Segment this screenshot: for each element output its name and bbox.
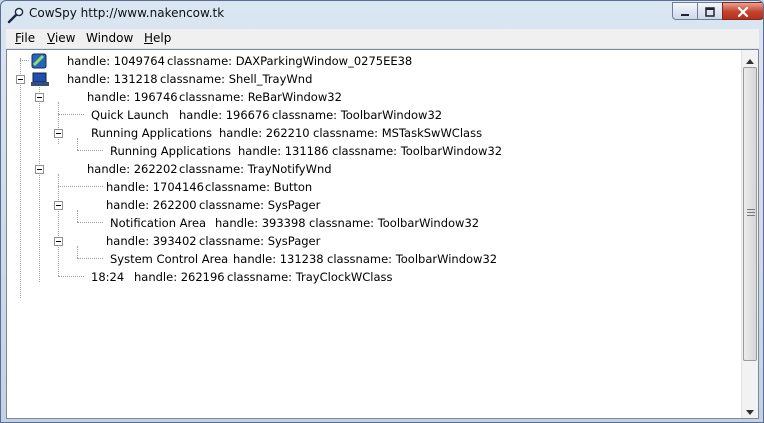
- tree-connector: [77, 258, 103, 259]
- node-classname: classname: TrayNotifyWnd: [179, 162, 332, 176]
- node-handle: handle: 262200: [106, 198, 197, 212]
- collapse-icon[interactable]: [54, 129, 63, 138]
- node-handle: handle: 131218: [67, 72, 158, 86]
- node-title: Running Applications: [91, 126, 213, 140]
- node-handle: handle: 393402: [106, 234, 197, 248]
- node-title: System Control Area: [110, 252, 229, 266]
- menu-file[interactable]: File: [15, 31, 35, 45]
- node-handle: handle: 393398: [215, 216, 306, 230]
- node-classname: classname: TrayClockWClass: [227, 270, 393, 284]
- vertical-scrollbar[interactable]: [741, 50, 758, 418]
- maximize-button[interactable]: [697, 2, 723, 20]
- tree-node-running-apps[interactable]: Running Applications handle: 262210 clas…: [7, 124, 727, 142]
- node-classname: classname: Shell_TrayWnd: [160, 72, 313, 86]
- node-title: Quick Launch: [91, 108, 169, 122]
- tree-node-tray-clock[interactable]: 18:24 handle: 262196 classname: TrayCloc…: [7, 268, 727, 286]
- node-handle: handle: 1049764: [67, 54, 165, 68]
- magnifier-pen-icon: [7, 6, 25, 24]
- tree-connector: [77, 222, 103, 223]
- collapse-icon[interactable]: [35, 165, 44, 174]
- tree-node-button[interactable]: handle: 1704146 classname: Button: [7, 178, 727, 196]
- scrollbar-thumb[interactable]: [743, 67, 757, 361]
- maximize-icon: [705, 2, 715, 21]
- menu-bar: File View Window Help: [6, 29, 759, 48]
- collapse-icon[interactable]: [54, 237, 63, 246]
- node-handle: handle: 262202: [87, 162, 178, 176]
- tree-node-traynotify[interactable]: handle: 262202 classname: TrayNotifyWnd: [7, 160, 727, 178]
- menu-window[interactable]: Window: [86, 31, 133, 45]
- node-classname: classname: MSTaskSwWClass: [313, 126, 483, 140]
- minimize-icon: [680, 2, 690, 21]
- minimize-button[interactable]: [672, 2, 698, 20]
- tree-node-quick-launch[interactable]: Quick Launch handle: 196676 classname: T…: [7, 106, 727, 124]
- node-title: Notification Area: [110, 216, 207, 230]
- tree-node-notification-area[interactable]: Notification Area handle: 393398 classna…: [7, 214, 727, 232]
- node-handle: handle: 196676: [179, 108, 270, 122]
- title-bar[interactable]: CowSpy http://www.nakencow.tk: [1, 1, 763, 28]
- menu-view-rest: iew: [54, 31, 76, 45]
- scroll-up-icon: [746, 50, 754, 68]
- thumb-grip: [747, 209, 755, 210]
- node-handle: handle: 262210: [219, 126, 310, 140]
- node-handle: handle: 262196: [134, 270, 225, 284]
- tree-node-syspager-1[interactable]: handle: 262200 classname: SysPager: [7, 196, 727, 214]
- tree-node-rebar[interactable]: handle: 196746 classname: ReBarWindow32: [7, 88, 727, 106]
- menu-window-label: Window: [86, 31, 134, 45]
- tree-node-shell-traywnd[interactable]: handle: 131218 classname: Shell_TrayWnd: [7, 70, 727, 88]
- node-title: 18:24: [91, 270, 125, 284]
- menu-help[interactable]: Help: [144, 31, 171, 45]
- menu-help-mnemonic: H: [144, 31, 154, 45]
- tree-node-syspager-2[interactable]: handle: 393402 classname: SysPager: [7, 232, 727, 250]
- node-title: Running Applications: [110, 144, 232, 158]
- tree-node-daxparking[interactable]: handle: 1049764 classname: DAXParkingWin…: [7, 52, 727, 70]
- scroll-up-button[interactable]: [742, 50, 758, 67]
- node-handle: handle: 131186: [238, 144, 329, 158]
- menu-help-rest: elp: [153, 31, 172, 45]
- collapse-icon[interactable]: [35, 93, 44, 102]
- close-button[interactable]: [722, 2, 763, 21]
- node-handle: handle: 131238: [233, 252, 324, 266]
- tree-node-system-control-area[interactable]: System Control Area handle: 131238 class…: [7, 250, 727, 268]
- node-classname: classname: Button: [205, 180, 313, 194]
- node-classname: classname: ToolbarWindow32: [272, 108, 443, 122]
- close-icon: [737, 2, 749, 21]
- node-classname: classname: ReBarWindow32: [179, 90, 342, 104]
- tree-connector: [77, 150, 103, 151]
- window-app-icon: [31, 53, 47, 69]
- node-classname: classname: ToolbarWindow32: [327, 252, 498, 266]
- menu-view[interactable]: View: [47, 31, 75, 45]
- tree-connector: [58, 276, 84, 277]
- app-window: CowSpy http://www.nakencow.tk File View …: [0, 0, 764, 423]
- taskbar-window-icon: [31, 71, 49, 87]
- node-classname: classname: SysPager: [199, 198, 321, 212]
- tree-connector: [58, 114, 84, 115]
- node-classname: classname: ToolbarWindow32: [309, 216, 480, 230]
- thumb-grip: [747, 215, 755, 216]
- tree-connector: [58, 186, 103, 187]
- tree-node-running-apps-toolbar[interactable]: Running Applications handle: 131186 clas…: [7, 142, 727, 160]
- node-classname: classname: ToolbarWindow32: [332, 144, 503, 158]
- menu-file-rest: ile: [21, 31, 36, 45]
- tree-connector: [20, 60, 29, 61]
- collapse-icon[interactable]: [16, 75, 25, 84]
- window-tree-view[interactable]: handle: 1049764 classname: DAXParkingWin…: [6, 49, 759, 419]
- node-handle: handle: 1704146: [106, 180, 204, 194]
- node-handle: handle: 196746: [87, 90, 178, 104]
- scroll-down-button[interactable]: [742, 401, 758, 418]
- scroll-down-icon: [746, 400, 754, 418]
- window-title: CowSpy http://www.nakencow.tk: [29, 6, 225, 20]
- menu-view-mnemonic: V: [47, 31, 55, 45]
- node-classname: classname: DAXParkingWindow_0275EE38: [167, 54, 413, 68]
- thumb-grip: [747, 212, 755, 213]
- collapse-icon[interactable]: [54, 201, 63, 210]
- node-classname: classname: SysPager: [199, 234, 321, 248]
